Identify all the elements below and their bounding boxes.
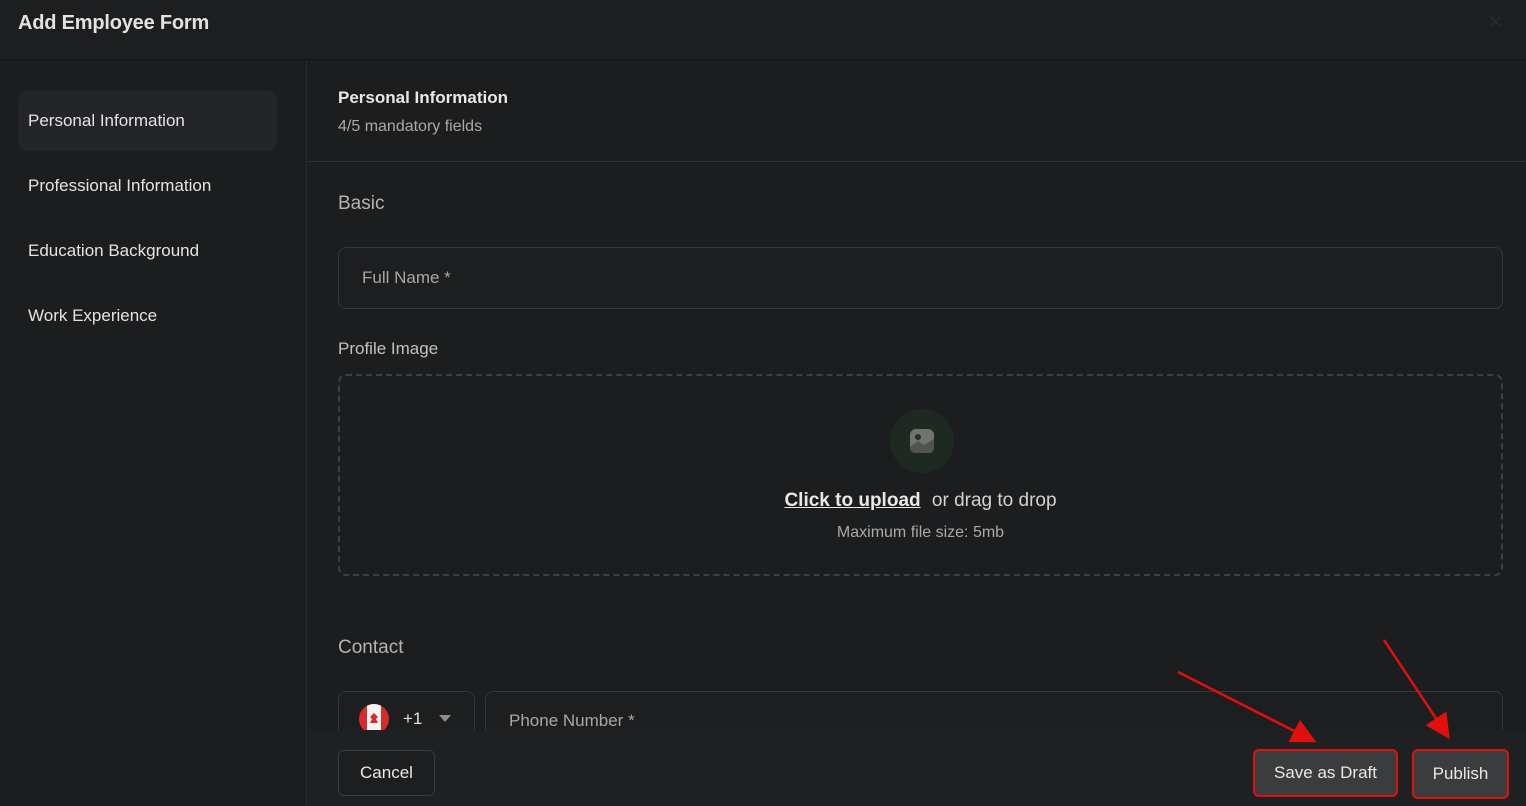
sidebar-item-label: Work Experience bbox=[28, 306, 158, 325]
form-footer: Cancel Save as Draft Publish bbox=[308, 730, 1526, 806]
section-title: Personal Information bbox=[338, 88, 509, 107]
sidebar-item-label: Professional Information bbox=[28, 176, 212, 195]
mandatory-fields-counter: 4/5 mandatory fields bbox=[338, 118, 483, 135]
cancel-button[interactable]: Cancel bbox=[338, 750, 435, 796]
profile-image-dropzone[interactable]: Click to upload or drag to drop Maximum … bbox=[338, 374, 1503, 576]
title-bar: Add Employee Form ✕ bbox=[0, 0, 1526, 60]
contact-group-label: Contact bbox=[338, 637, 404, 658]
profile-image-label: Profile Image bbox=[338, 339, 439, 358]
chevron-down-icon bbox=[439, 715, 451, 722]
save-as-draft-button[interactable]: Save as Draft bbox=[1253, 749, 1398, 797]
close-icon[interactable]: ✕ bbox=[1488, 13, 1504, 31]
window-title: Add Employee Form bbox=[18, 12, 210, 34]
basic-group-label: Basic bbox=[338, 193, 385, 214]
sidebar: Personal Information Professional Inform… bbox=[0, 61, 307, 806]
max-file-size-hint: Maximum file size: 5mb bbox=[836, 524, 1005, 541]
sidebar-item-professional-information[interactable]: Professional Information bbox=[18, 156, 277, 216]
sidebar-item-work-experience[interactable]: Work Experience bbox=[18, 286, 277, 346]
full-name-input[interactable] bbox=[338, 247, 1503, 309]
drag-drop-text: or drag to drop bbox=[931, 490, 1057, 511]
form-main: Personal Information 4/5 mandatory field… bbox=[308, 61, 1526, 806]
image-icon bbox=[890, 409, 954, 473]
sidebar-item-label: Personal Information bbox=[28, 111, 185, 130]
sidebar-item-label: Education Background bbox=[28, 241, 200, 260]
sidebar-item-education-background[interactable]: Education Background bbox=[18, 221, 277, 281]
publish-button[interactable]: Publish bbox=[1412, 749, 1509, 799]
section-header: Personal Information 4/5 mandatory field… bbox=[308, 61, 1526, 162]
country-code-value: +1 bbox=[403, 709, 423, 728]
sidebar-item-personal-information[interactable]: Personal Information bbox=[18, 91, 277, 151]
click-to-upload-link[interactable]: Click to upload bbox=[784, 490, 920, 511]
